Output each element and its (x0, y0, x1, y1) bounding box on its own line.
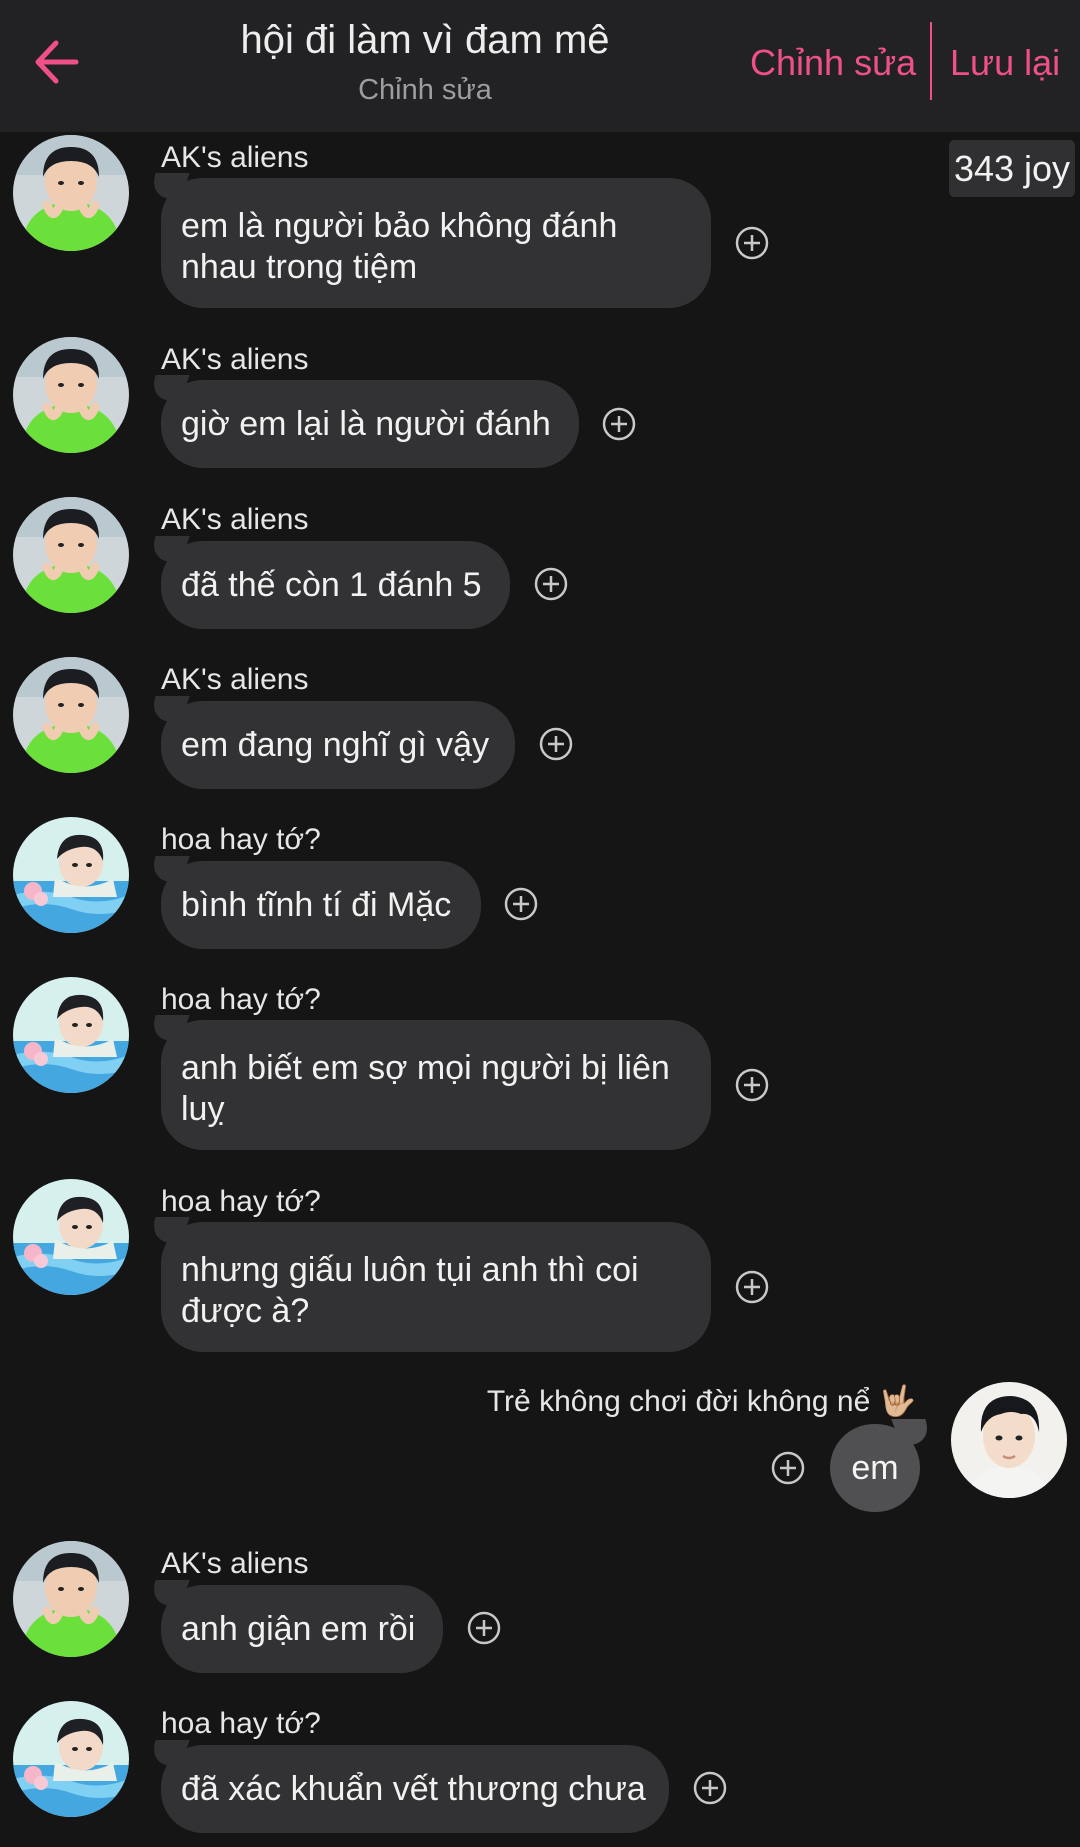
avatar[interactable] (13, 1541, 129, 1657)
own-sender-name: Trẻ không chơi đời không nể 🤟🏼 (487, 1384, 916, 1419)
message-bubble[interactable]: anh giận em rồi (161, 1585, 443, 1673)
avatar[interactable] (13, 977, 129, 1093)
chat-header: hội đi làm vì đam mê Chỉnh sửa Chỉnh sửa… (0, 0, 1080, 132)
avatar[interactable] (13, 135, 129, 251)
avatar[interactable] (13, 497, 129, 613)
add-reaction-icon[interactable] (693, 1771, 727, 1805)
own-avatar[interactable] (951, 1382, 1067, 1498)
joy-badge: 343 joy (949, 140, 1075, 197)
message-bubble[interactable]: anh biết em sợ mọi người bị liên luỵ (161, 1020, 711, 1150)
message-bubble[interactable]: giờ em lại là người đánh (161, 380, 579, 468)
message-bubble[interactable]: đã thế còn 1 đánh 5 (161, 541, 510, 629)
message-bubble[interactable]: đã xác khuẩn vết thương chưa (161, 1745, 669, 1833)
sender-name: AK's aliens (161, 663, 309, 696)
add-reaction-icon[interactable] (467, 1611, 501, 1645)
message-bubble[interactable]: nhưng giấu luôn tụi anh thì coi được à? (161, 1222, 711, 1352)
message-bubble[interactable]: em là người bảo không đánh nhau trong ti… (161, 178, 711, 308)
edit-button[interactable]: Chỉnh sửa (750, 42, 916, 84)
sender-name: hoa hay tớ? (161, 1185, 321, 1218)
add-reaction-icon[interactable] (602, 407, 636, 441)
add-reaction-icon[interactable] (771, 1451, 805, 1485)
message-bubble[interactable]: em đang nghĩ gì vậy (161, 701, 515, 789)
chat-title: hội đi làm vì đam mê (240, 18, 610, 62)
avatar[interactable] (13, 337, 129, 453)
avatar[interactable] (13, 1179, 129, 1295)
avatar[interactable] (13, 1701, 129, 1817)
add-reaction-icon[interactable] (504, 887, 538, 921)
avatar[interactable] (13, 657, 129, 773)
add-reaction-icon[interactable] (735, 1068, 769, 1102)
rock-hand-emoji: 🤟🏼 (878, 1385, 916, 1418)
sender-name: AK's aliens (161, 343, 309, 376)
avatar[interactable] (13, 817, 129, 933)
chat-subtitle: Chỉnh sửa (358, 74, 492, 106)
sender-name: AK's aliens (161, 1547, 309, 1580)
own-sender-label: Trẻ không chơi đời không nể (486, 1385, 871, 1418)
sender-name: hoa hay tớ? (161, 983, 321, 1016)
message-bubble[interactable]: bình tĩnh tí đi Mặc (161, 861, 481, 949)
sender-name: hoa hay tớ? (161, 823, 321, 856)
add-reaction-icon[interactable] (534, 567, 568, 601)
add-reaction-icon[interactable] (539, 727, 573, 761)
save-button[interactable]: Lưu lại (950, 42, 1060, 84)
add-reaction-icon[interactable] (735, 1270, 769, 1304)
sender-name: AK's aliens (161, 503, 309, 536)
sender-name: AK's aliens (161, 141, 309, 174)
own-message-bubble[interactable]: em (830, 1424, 920, 1512)
sender-name: hoa hay tớ? (161, 1707, 321, 1740)
header-divider (930, 22, 932, 100)
add-reaction-icon[interactable] (735, 226, 769, 260)
